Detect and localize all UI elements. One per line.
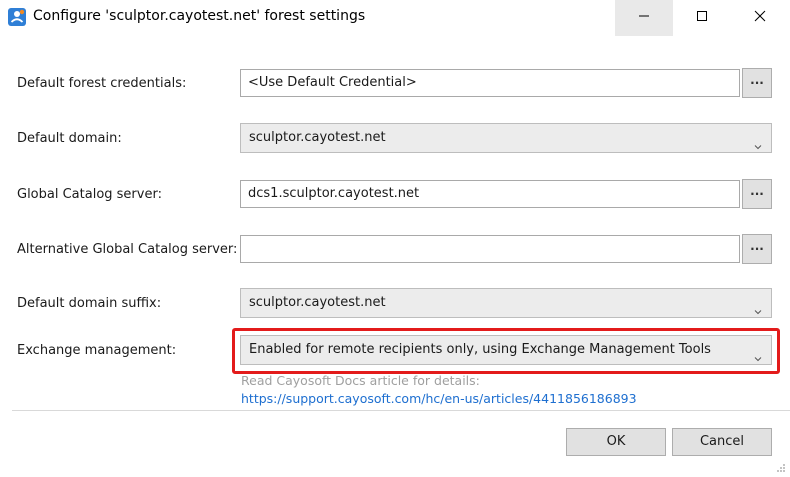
footer-divider (12, 410, 790, 411)
credentials-browse-button[interactable]: ... (742, 68, 772, 98)
gc-server-label: Global Catalog server: (17, 187, 162, 202)
resize-grip-icon[interactable] (776, 462, 786, 472)
alt-gc-server-label: Alternative Global Catalog server: (17, 242, 238, 257)
docs-link[interactable]: https://support.cayosoft.com/hc/en-us/ar… (241, 391, 637, 406)
domain-suffix-value: sculptor.cayotest.net (249, 295, 386, 310)
gc-server-field[interactable]: dcs1.sculptor.cayotest.net (240, 180, 740, 208)
domain-suffix-label: Default domain suffix: (17, 296, 162, 311)
alt-gc-server-browse-button[interactable]: ... (742, 234, 772, 264)
cancel-button[interactable]: Cancel (672, 428, 772, 456)
minimize-button[interactable] (615, 0, 673, 36)
highlight-annotation (232, 328, 780, 374)
credentials-field[interactable]: <Use Default Credential> (240, 69, 740, 97)
gc-server-browse-button[interactable]: ... (742, 179, 772, 209)
exchange-management-label: Exchange management: (17, 343, 177, 358)
close-button[interactable] (731, 0, 789, 36)
maximize-icon (696, 10, 708, 26)
docs-hint: Read Cayosoft Docs article for details: (241, 373, 480, 388)
default-domain-dropdown[interactable]: sculptor.cayotest.net (240, 123, 772, 153)
default-domain-value: sculptor.cayotest.net (249, 130, 386, 145)
default-domain-label: Default domain: (17, 131, 122, 146)
chevron-down-icon (754, 134, 762, 150)
person-network-icon (8, 8, 26, 26)
title-bar: Configure 'sculptor.cayotest.net' forest… (0, 0, 790, 36)
close-icon (754, 10, 766, 26)
ok-button[interactable]: OK (566, 428, 666, 456)
maximize-button[interactable] (673, 0, 731, 36)
credentials-label: Default forest credentials: (17, 76, 187, 91)
minimize-icon (638, 10, 650, 26)
chevron-down-icon (754, 299, 762, 315)
domain-suffix-dropdown[interactable]: sculptor.cayotest.net (240, 288, 772, 318)
window-title: Configure 'sculptor.cayotest.net' forest… (33, 8, 366, 24)
alt-gc-server-field[interactable] (240, 235, 740, 263)
